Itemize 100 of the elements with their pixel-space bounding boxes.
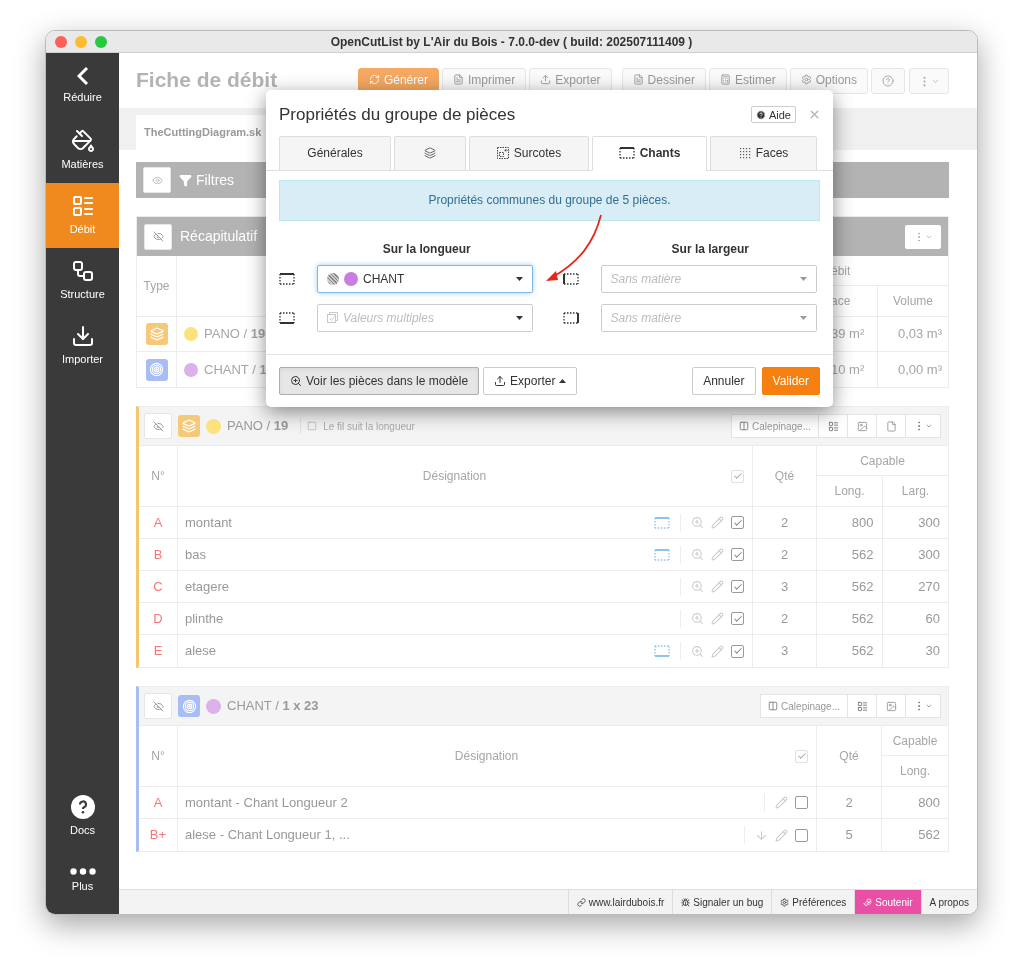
more-button[interactable] [906,414,941,438]
pencil-icon [711,516,724,529]
table-cell-text: 30 [924,642,941,661]
sidebar-item[interactable]: Plus [46,849,119,914]
visibility-button[interactable] [143,167,171,193]
edge-icon [279,311,295,324]
sidebar-item[interactable]: Docs [46,784,119,849]
table-cell: 2 [753,603,817,634]
help-button[interactable]: Aide [750,106,796,124]
sidebar-item[interactable]: Matières [46,118,119,183]
visibility-button[interactable] [144,413,172,439]
more-button[interactable] [905,224,941,249]
more-button[interactable] [909,68,949,94]
table-cell-text: 60 [924,609,941,628]
pencil-icon [775,828,788,842]
hand-heart-icon [863,897,873,907]
link-icon [576,897,586,907]
dialog-tab[interactable]: Faces [710,135,817,171]
close-icon[interactable] [808,108,821,122]
part-name: etagere [185,577,231,596]
gear-icon [780,897,790,907]
sidebar-item[interactable]: Réduire [46,53,119,118]
layers-icon [424,147,436,159]
status-link[interactable]: A propos [920,890,977,914]
section-heading: Sur la largeur [670,240,750,258]
check-icon [732,646,743,656]
table-cell: 3 [753,571,817,602]
dialog-button[interactable]: Annuler [692,366,756,395]
dialog-tab[interactable]: Générales [279,135,391,171]
visibility-button[interactable] [144,223,172,250]
group-title: PANO / 19 [227,417,289,436]
table-cell-text: 0,00 m³ [896,360,943,379]
pencil-icon [711,580,724,593]
grid-dots-icon [738,147,751,159]
help-button[interactable] [871,68,905,94]
edge-icon [279,272,295,285]
dialog-tab[interactable]: Surcotes [469,135,589,171]
dialog-tab[interactable]: Chants [592,135,707,171]
close-window-icon[interactable] [55,35,67,48]
row-number: B [139,539,178,570]
row-number: A [139,787,178,818]
sidebar-item[interactable]: Importer [46,313,119,378]
layers-icon [178,415,200,437]
tool-button[interactable] [848,694,877,718]
part-name: alese - Chant Longueur 1, ... [185,826,351,845]
table-cell: 562 [817,571,883,602]
check-icon [732,581,743,592]
dialog-tab[interactable] [394,135,466,171]
select-field[interactable]: CHANT [317,264,533,293]
layout-icon [739,421,750,431]
gear-icon [800,74,812,85]
tool-button[interactable] [877,694,906,718]
edge-icon [618,147,635,159]
checkbox[interactable] [731,548,744,561]
checkbox[interactable] [731,580,744,593]
dialog-button[interactable]: Exporter [483,366,578,395]
column-header: Capable [817,446,948,476]
eye-slash-icon [152,700,164,712]
caret-icon [925,702,933,710]
checkbox[interactable] [795,828,808,842]
part-name: montant [185,513,233,532]
checkbox[interactable] [731,516,744,529]
caret-icon [516,315,523,320]
upload-icon [494,374,507,387]
rows-icon [856,700,868,712]
status-link[interactable]: www.lairdubois.fr [567,890,673,914]
visibility-button[interactable] [144,693,172,719]
dialog-button[interactable]: Voir les pièces dans le modèle [279,366,480,395]
document-icon [452,74,464,85]
status-link[interactable]: Signaler un bug [672,890,772,914]
part-name: montant - Chant Longueur 2 [185,793,349,812]
minimize-window-icon[interactable] [75,35,87,48]
check-icon [732,517,743,528]
tool-button[interactable] [848,414,877,438]
group-title: CHANT / 1 x 23 [227,697,319,716]
caret-icon [799,276,807,281]
checkbox[interactable] [731,612,744,625]
list-icon [70,193,95,218]
column-header: Larg. [900,483,931,500]
edge-icon [562,272,579,285]
tool-button[interactable] [877,414,906,438]
find-icon [691,516,704,529]
table-cell: 2 [817,787,882,818]
spiral-icon [178,695,200,717]
sidebar-item[interactable]: Structure [46,248,119,313]
checkbox[interactable] [795,796,808,809]
tool-button[interactable] [819,414,848,438]
zoom-window-icon[interactable] [95,35,107,48]
check-icon [796,751,807,761]
caret-icon [559,378,567,383]
column-header: Qté [753,446,817,506]
part-name: alese [185,642,218,661]
column-header: Type [137,256,177,316]
caret-icon [799,315,807,320]
checkbox[interactable] [731,644,744,658]
more-button[interactable] [906,694,941,718]
table-cell: 800 [817,507,883,538]
column-header: N° [139,446,178,506]
refresh-icon [368,74,380,85]
table-cell-text: 0,03 m³ [896,325,943,344]
